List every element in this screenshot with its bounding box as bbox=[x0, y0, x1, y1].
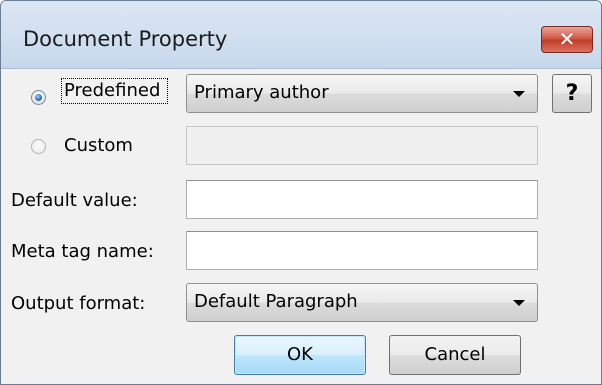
chevron-down-icon bbox=[513, 300, 525, 306]
dialog-body: Predefined Primary author ? Custom Defau… bbox=[1, 69, 601, 384]
help-icon: ? bbox=[565, 81, 579, 106]
meta-tag-name-field[interactable] bbox=[186, 231, 538, 270]
title-bar[interactable]: Document Property ✕ bbox=[1, 1, 601, 69]
document-property-dialog: Document Property ✕ Predefined Primary a… bbox=[0, 0, 602, 385]
cancel-button-label: Cancel bbox=[424, 344, 486, 365]
help-button[interactable]: ? bbox=[552, 74, 592, 113]
ok-button[interactable]: OK bbox=[234, 335, 366, 375]
custom-label[interactable]: Custom bbox=[64, 135, 133, 156]
default-value-label: Default value: bbox=[11, 190, 138, 211]
dialog-title: Document Property bbox=[23, 27, 228, 51]
close-icon: ✕ bbox=[558, 27, 576, 51]
output-format-label: Output format: bbox=[11, 293, 146, 314]
custom-radio[interactable] bbox=[31, 139, 46, 154]
predefined-radio[interactable] bbox=[31, 90, 46, 105]
default-value-field[interactable] bbox=[186, 180, 538, 219]
predefined-focus-ring bbox=[61, 78, 168, 104]
close-button[interactable]: ✕ bbox=[541, 26, 593, 53]
predefined-property-value: Primary author bbox=[194, 82, 329, 103]
predefined-property-dropdown[interactable]: Primary author bbox=[186, 74, 538, 113]
output-format-dropdown[interactable]: Default Paragraph bbox=[186, 283, 538, 322]
custom-property-field[interactable] bbox=[186, 126, 538, 165]
cancel-button[interactable]: Cancel bbox=[389, 335, 521, 375]
output-format-value: Default Paragraph bbox=[194, 291, 358, 312]
meta-tag-name-label: Meta tag name: bbox=[11, 241, 154, 262]
ok-button-label: OK bbox=[287, 344, 313, 365]
chevron-down-icon bbox=[513, 91, 525, 97]
